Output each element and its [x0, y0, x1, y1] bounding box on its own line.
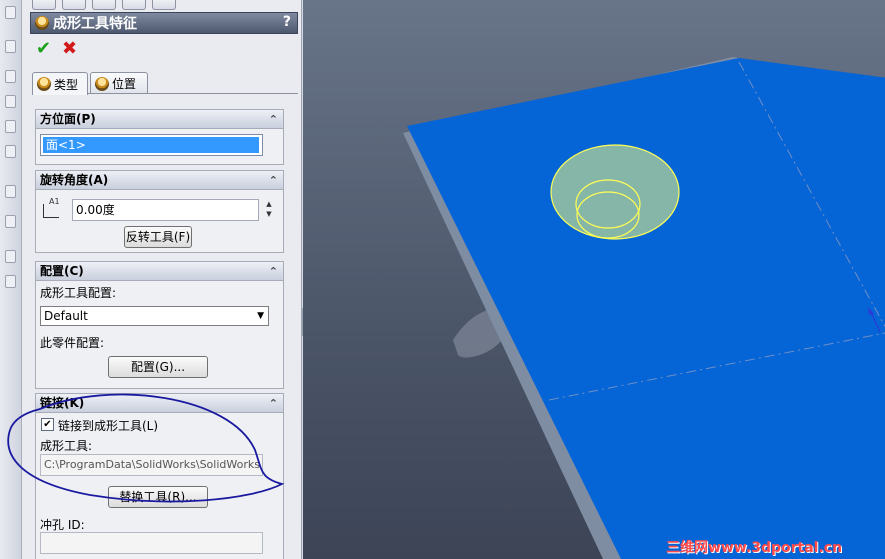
spin-down-icon[interactable]: ▼: [262, 209, 276, 219]
model-view: [403, 57, 885, 559]
toolbar-icon[interactable]: [5, 120, 16, 133]
left-toolbar-strip: [0, 0, 22, 559]
angle-spinner[interactable]: ▲ ▼: [262, 199, 276, 221]
group-title: 旋转角度(A): [40, 173, 109, 187]
chevron-down-icon: ▼: [257, 311, 264, 321]
tab-type[interactable]: 类型: [32, 72, 88, 95]
flip-tool-button[interactable]: 反转工具(F): [124, 226, 192, 248]
display-manager-tab[interactable]: [152, 0, 176, 10]
toolbar-icon[interactable]: [5, 95, 16, 108]
spin-up-icon[interactable]: ▲: [262, 199, 276, 209]
configuration-group: 配置(C) ⌃ 成形工具配置: Default ▼ 此零件配置: 配置(G)..…: [35, 261, 284, 389]
toolbar-icon[interactable]: [5, 215, 16, 228]
tool-path-label: 成形工具:: [40, 439, 93, 453]
watermark-text: 三维网www.3dportal.cn: [666, 540, 843, 556]
rotation-angle-header[interactable]: 旋转角度(A) ⌃: [36, 171, 283, 190]
graphics-viewport[interactable]: [303, 0, 885, 559]
link-group: 链接(K) ⌃ ✔ 链接到成形工具(L) 成形工具: C:\ProgramDat…: [35, 393, 284, 559]
configuration-manager-tab[interactable]: [92, 0, 116, 10]
group-title: 配置(C): [40, 264, 84, 278]
face-selection-box[interactable]: 面<1>: [40, 134, 263, 156]
link-header[interactable]: 链接(K) ⌃: [36, 394, 283, 413]
tool-path-field[interactable]: C:\ProgramData\SolidWorks\SolidWorks 201…: [40, 454, 263, 476]
group-title: 链接(K): [40, 396, 85, 410]
link-checkbox[interactable]: ✔: [41, 418, 54, 431]
group-title: 方位面(P): [40, 112, 96, 126]
tool-config-value: Default: [44, 309, 88, 323]
part-config-label: 此零件配置:: [40, 336, 105, 350]
double-chevron-up-icon[interactable]: ⌃: [269, 110, 278, 129]
double-chevron-up-icon[interactable]: ⌃: [269, 171, 278, 190]
angle-icon-label: A1: [49, 197, 60, 206]
orientation-face-group: 方位面(P) ⌃ 面<1>: [35, 109, 284, 165]
forming-tool-icon: [37, 77, 51, 91]
tab-position[interactable]: 位置: [90, 72, 148, 94]
double-chevron-up-icon[interactable]: ⌃: [269, 394, 278, 413]
rotation-angle-group: 旋转角度(A) ⌃ A1 0.00度 ▲ ▼ 反转工具(F): [35, 170, 284, 253]
punch-id-label: 冲孔 ID:: [40, 518, 85, 532]
panel-title: 成形工具特征: [53, 16, 137, 32]
toolbar-icon[interactable]: [5, 70, 16, 83]
property-manager-tab[interactable]: [62, 0, 86, 10]
config-button[interactable]: 配置(G)...: [108, 356, 208, 378]
tool-config-select[interactable]: Default ▼: [40, 306, 269, 326]
angle-icon: A1: [42, 197, 64, 220]
tab-type-label: 类型: [54, 77, 79, 92]
ok-button[interactable]: ✔: [36, 38, 51, 59]
panel-header: 成形工具特征 ?: [30, 12, 298, 34]
toolbar-icon[interactable]: [5, 185, 16, 198]
orientation-face-header[interactable]: 方位面(P) ⌃: [36, 110, 283, 129]
angle-input[interactable]: 0.00度: [72, 199, 259, 221]
forming-tool-icon: [35, 16, 49, 30]
toolbar-icon[interactable]: [5, 145, 16, 158]
dimxpert-tab[interactable]: [122, 0, 146, 10]
double-chevron-up-icon[interactable]: ⌃: [269, 262, 278, 281]
punch-id-field[interactable]: [40, 532, 263, 554]
feature-manager-tab[interactable]: [32, 0, 56, 10]
link-checkbox-label: 链接到成形工具(L): [58, 419, 159, 433]
property-manager-panel: 成形工具特征 ? ✔ ✖ 类型 位置 方位面(P) ⌃ 面<1> 旋转角度(A)…: [22, 0, 302, 559]
toolbar-icon[interactable]: [5, 40, 16, 53]
sheet-face[interactable]: [407, 58, 885, 559]
toolbar-icon[interactable]: [5, 6, 16, 19]
configuration-header[interactable]: 配置(C) ⌃: [36, 262, 283, 281]
tool-config-label: 成形工具配置:: [40, 286, 117, 300]
cancel-button[interactable]: ✖: [62, 38, 77, 59]
toolbar-icon[interactable]: [5, 250, 16, 263]
tab-position-label: 位置: [112, 77, 137, 91]
toolbar-icon[interactable]: [5, 275, 16, 288]
forming-tool-icon: [95, 76, 109, 91]
replace-tool-button[interactable]: 替换工具(R)...: [108, 486, 208, 508]
selected-face-item[interactable]: 面<1>: [43, 137, 259, 153]
help-icon[interactable]: ?: [283, 14, 291, 30]
